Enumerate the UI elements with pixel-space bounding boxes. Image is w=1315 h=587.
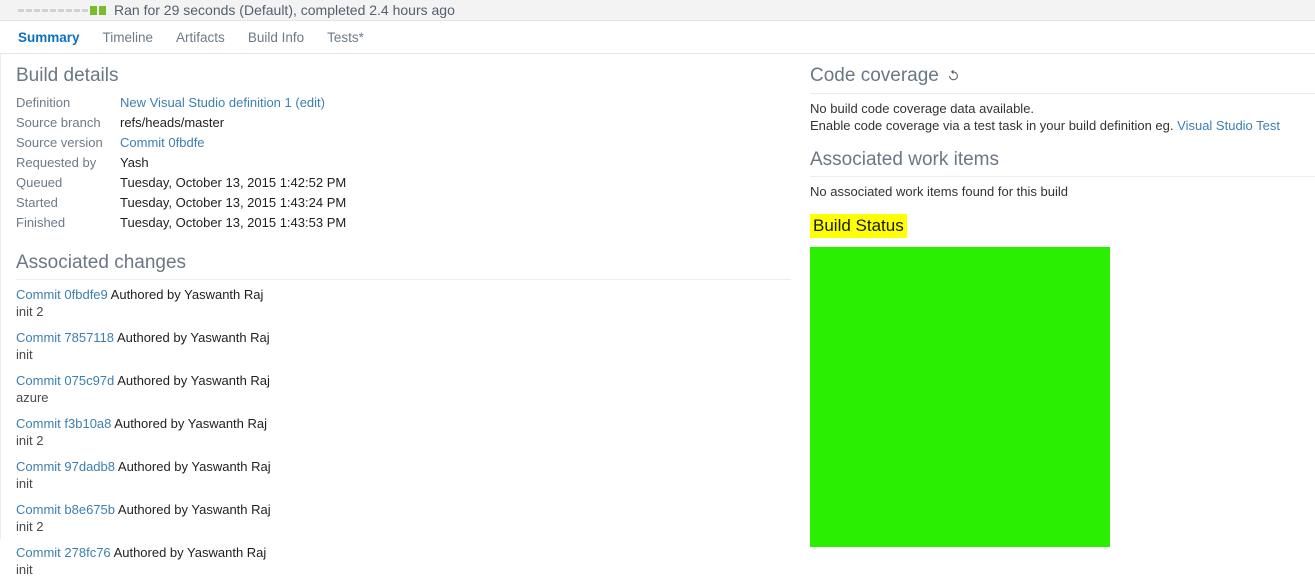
commit-link[interactable]: Commit b8e675b <box>16 502 115 517</box>
build-run-status-text: Ran for 29 seconds (Default), completed … <box>114 2 455 18</box>
table-row: Started Tuesday, October 13, 2015 1:43:2… <box>16 193 346 213</box>
build-status-bar: Ran for 29 seconds (Default), completed … <box>0 0 1315 21</box>
divider <box>810 176 1315 178</box>
coverage-empty-line1: No build code coverage data available. <box>810 100 1035 116</box>
tab-tests[interactable]: Tests* <box>327 30 364 45</box>
detail-value: Tuesday, October 13, 2015 1:42:52 PM <box>120 174 347 190</box>
tab-summary[interactable]: Summary <box>18 30 80 45</box>
change-title: Commit b8e675b Authored by Yaswanth Raj <box>16 501 791 518</box>
table-row: Source branch refs/heads/master <box>16 113 346 133</box>
list-item: Commit b8e675b Authored by Yaswanth Raj … <box>16 501 791 535</box>
change-title: Commit 0fbdfe9 Authored by Yaswanth Raj <box>16 286 791 303</box>
commit-author: Authored by Yaswanth Raj <box>113 545 267 561</box>
table-row: Definition New Visual Studio definition … <box>16 93 346 113</box>
change-title: Commit 075c97d Authored by Yaswanth Raj <box>16 372 791 389</box>
commit-link[interactable]: Commit f3b10a8 <box>16 416 111 431</box>
commit-link[interactable]: Commit 0fbdfe9 <box>16 287 108 302</box>
visual-studio-test-link[interactable]: Visual Studio Test <box>1177 118 1280 133</box>
tab-bar: Summary Timeline Artifacts Build Info Te… <box>0 21 1315 54</box>
commit-message: init <box>16 562 33 578</box>
source-version-link[interactable]: Commit 0fbdfe <box>120 135 205 150</box>
progress-dashes-complete-icon <box>18 5 106 15</box>
detail-label: Requested by <box>16 154 97 170</box>
commit-message: init 2 <box>16 304 44 320</box>
list-item: Commit 278fc76 Authored by Yaswanth Raj … <box>16 544 791 578</box>
coverage-hint-text: Enable code coverage via a test task in … <box>810 117 1174 133</box>
detail-label: Source version <box>16 134 103 150</box>
build-definition-link[interactable]: New Visual Studio definition 1 (edit) <box>120 95 325 110</box>
commit-message: init 2 <box>16 433 44 449</box>
commit-message: init <box>16 476 33 492</box>
tab-timeline[interactable]: Timeline <box>103 30 154 45</box>
build-status-heading: Build Status <box>810 214 907 238</box>
summary-panel: Build details Definition New Visual Stud… <box>0 54 1315 577</box>
code-coverage-heading: Code coverage <box>810 54 1315 93</box>
associated-changes-list: Commit 0fbdfe9 Authored by Yaswanth Raj … <box>16 286 791 578</box>
list-item: Commit 7857118 Authored by Yaswanth Raj … <box>16 329 791 363</box>
tab-build-info[interactable]: Build Info <box>248 30 304 45</box>
change-title: Commit 278fc76 Authored by Yaswanth Raj <box>16 544 791 561</box>
commit-link[interactable]: Commit 075c97d <box>16 373 114 388</box>
detail-label: Queued <box>16 174 63 190</box>
right-column: Code coverage No build code coverage dat… <box>810 54 1315 547</box>
commit-author: Authored by Yaswanth Raj <box>117 373 270 389</box>
commit-message: init <box>16 347 33 363</box>
detail-value: Tuesday, October 13, 2015 1:43:53 PM <box>120 214 347 230</box>
list-item: Commit f3b10a8 Authored by Yaswanth Raj … <box>16 415 791 449</box>
build-details-table: Definition New Visual Studio definition … <box>16 93 346 233</box>
refresh-icon[interactable] <box>946 69 961 84</box>
table-row: Source version Commit 0fbdfe <box>16 133 346 153</box>
commit-author: Authored by Yaswanth Raj <box>116 330 270 346</box>
table-row: Requested by Yash <box>16 153 346 173</box>
build-status-section: Build Status <box>810 200 1315 547</box>
commit-author: Authored by Yaswanth Raj <box>117 459 271 475</box>
change-title: Commit f3b10a8 Authored by Yaswanth Raj <box>16 415 791 432</box>
commit-message: azure <box>16 390 49 406</box>
code-coverage-heading-label: Code coverage <box>810 65 939 86</box>
work-items-empty-text: No associated work items found for this … <box>810 184 1068 200</box>
commit-author: Authored by Yaswanth Raj <box>117 502 271 518</box>
commit-link[interactable]: Commit 7857118 <box>16 330 114 345</box>
associated-changes-heading: Associated changes <box>16 251 187 273</box>
change-title: Commit 7857118 Authored by Yaswanth Raj <box>16 329 791 346</box>
tab-artifacts[interactable]: Artifacts <box>176 30 225 45</box>
detail-value: Tuesday, October 13, 2015 1:43:24 PM <box>120 194 347 210</box>
change-title: Commit 97dadb8 Authored by Yaswanth Raj <box>16 458 791 475</box>
coverage-empty-line2: Enable code coverage via a test task in … <box>810 117 1315 134</box>
build-status-indicator-block <box>810 246 1110 547</box>
commit-message: init 2 <box>16 519 44 535</box>
divider <box>810 92 1315 94</box>
list-item: Commit 97dadb8 Authored by Yaswanth Raj … <box>16 458 791 492</box>
detail-value: Commit 0fbdfe <box>120 133 346 153</box>
table-row: Queued Tuesday, October 13, 2015 1:42:52… <box>16 173 346 193</box>
list-item: Commit 075c97d Authored by Yaswanth Raj … <box>16 372 791 406</box>
divider <box>16 279 791 281</box>
detail-label: Source branch <box>16 114 101 130</box>
detail-value: New Visual Studio definition 1 (edit) <box>120 93 346 113</box>
detail-value: refs/heads/master <box>120 114 225 130</box>
detail-label: Started <box>16 194 58 210</box>
build-details-heading: Build details <box>16 65 119 86</box>
detail-label: Finished <box>16 214 66 230</box>
commit-author: Authored by Yaswanth Raj <box>114 416 268 432</box>
commit-link[interactable]: Commit 97dadb8 <box>16 459 115 474</box>
detail-label: Definition <box>16 94 71 110</box>
list-item: Commit 0fbdfe9 Authored by Yaswanth Raj … <box>16 286 791 320</box>
commit-author: Authored by Yaswanth Raj <box>110 287 264 303</box>
commit-link[interactable]: Commit 278fc76 <box>16 545 111 560</box>
table-row: Finished Tuesday, October 13, 2015 1:43:… <box>16 213 346 233</box>
left-column: Build details Definition New Visual Stud… <box>16 54 791 587</box>
detail-value: Yash <box>120 154 149 170</box>
associated-work-items-heading: Associated work items <box>810 148 1000 170</box>
